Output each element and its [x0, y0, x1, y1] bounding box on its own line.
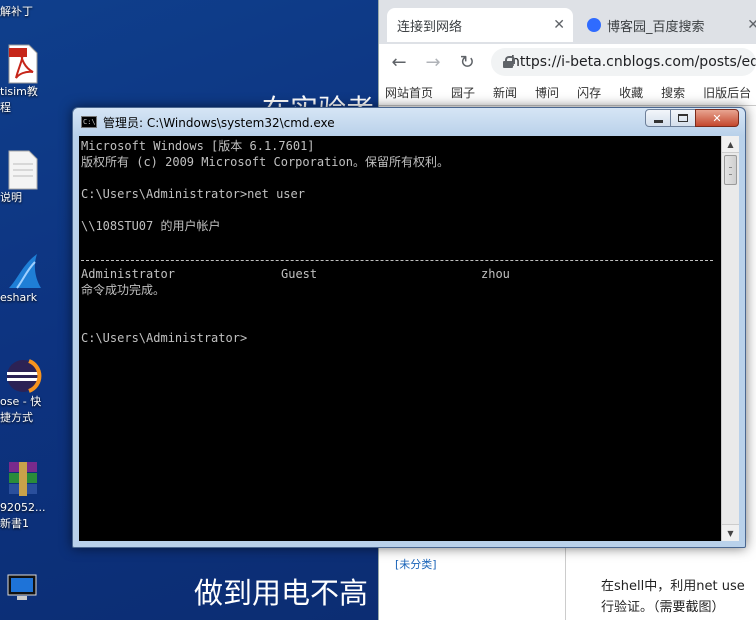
- console-scrollbar[interactable]: ▲ ▼: [721, 136, 739, 541]
- browser-tabstrip: 连接到网络 ✕ 博客园_百度搜索 ✕: [379, 0, 756, 44]
- console-separator: [81, 250, 719, 266]
- desktop-icon-label: ose - 快 捷方式: [0, 395, 42, 424]
- eclipse-icon: [7, 354, 42, 394]
- document-icon: [7, 150, 39, 190]
- desktop-icon-label: 92052... 新書1: [0, 501, 46, 530]
- cmd-window-title: 管理员: C:\Windows\system32\cmd.exe: [103, 115, 335, 130]
- baidu-paw-icon: [587, 18, 601, 32]
- console-blank: [81, 170, 719, 186]
- tab-label: 连接到网络: [397, 19, 463, 35]
- console-blank: [81, 298, 719, 314]
- console-line-accounts-header: \\108STU07 的用户帐户: [81, 219, 221, 233]
- site-nav-questions[interactable]: 博问: [535, 84, 559, 101]
- maximize-button[interactable]: [670, 109, 696, 127]
- tab-close-icon[interactable]: ✕: [553, 17, 565, 33]
- console-line-command: C:\Users\Administrator>net user: [81, 187, 305, 201]
- desktop-icon-monitor[interactable]: [0, 574, 46, 614]
- article-text-line1: 在shell中，利用net use: [601, 579, 745, 594]
- user-administrator: Administrator: [81, 267, 175, 281]
- desktop-icon-readme[interactable]: 说明: [0, 150, 46, 206]
- tab-baidu-search[interactable]: 博客园_百度搜索 ✕: [577, 8, 756, 42]
- minimize-icon: [653, 119, 663, 123]
- close-button[interactable]: ✕: [695, 109, 739, 127]
- console-line-copyright: 版权所有 (c) 2009 Microsoft Corporation。保留所有…: [81, 155, 449, 169]
- console-user-list: Administrator Guest zhou: [81, 266, 719, 282]
- console-line-prompt: C:\Users\Administrator>: [81, 331, 248, 345]
- site-nav-news[interactable]: 新闻: [493, 84, 517, 101]
- user-guest: Guest: [281, 267, 318, 281]
- user-zhou: zhou: [481, 267, 510, 281]
- desktop-icon-label: eshark: [0, 291, 38, 304]
- console-area[interactable]: Microsoft Windows [版本 6.1.7601] 版权所有 (c)…: [79, 136, 739, 541]
- category-link[interactable]: [未分类]: [395, 556, 437, 572]
- content-divider: [565, 548, 566, 620]
- console-line-version: Microsoft Windows [版本 6.1.7601]: [81, 139, 315, 153]
- reload-icon[interactable]: ↻: [457, 52, 477, 73]
- scroll-up-arrow-icon[interactable]: ▲: [722, 136, 739, 153]
- tab-close-icon[interactable]: ✕: [747, 17, 756, 33]
- desktop-icon-pdf[interactable]: tisim教 程: [0, 44, 46, 116]
- browser-toolbar: ← → ↻ https://i-beta.cnblogs.com/posts/e…: [379, 44, 756, 80]
- scroll-down-arrow-icon[interactable]: ▼: [722, 524, 739, 541]
- desktop-icon-label: tisim教 程: [0, 85, 38, 114]
- site-nav-garden[interactable]: 园子: [451, 84, 475, 101]
- monitor-icon: [7, 574, 39, 614]
- cmd-icon[interactable]: C:\: [81, 116, 97, 128]
- tab-label: 博客园_百度搜索: [607, 19, 705, 35]
- cmd-window: C:\ 管理员: C:\Windows\system32\cmd.exe ✕ M…: [72, 107, 746, 548]
- site-nav-bar: 网站首页 园子 新闻 博问 闪存 收藏 搜索 旧版后台: [379, 80, 756, 106]
- scroll-thumb[interactable]: [724, 155, 737, 185]
- site-nav-search[interactable]: 搜索: [661, 84, 685, 101]
- window-controls: ✕: [645, 109, 739, 127]
- maximize-icon: [678, 114, 688, 122]
- console-line-success: 命令成功完成。: [81, 283, 166, 297]
- site-nav-home[interactable]: 网站首页: [385, 84, 433, 101]
- console-blank: [81, 314, 719, 330]
- desktop-icon-label: 解补丁: [0, 5, 33, 18]
- article-text-line2: 行验证。（需要截图）: [601, 600, 725, 615]
- desktop-icon-patch[interactable]: 解补丁: [0, 0, 46, 20]
- desktop-icon-label: 说明: [0, 191, 22, 204]
- site-nav-favorites[interactable]: 收藏: [619, 84, 643, 101]
- tab-connect-network[interactable]: 连接到网络 ✕: [387, 8, 573, 42]
- minimize-button[interactable]: [645, 109, 671, 127]
- desktop-icon-rar-archive[interactable]: 92052... 新書1: [0, 460, 46, 532]
- desktop-icon-eclipse[interactable]: ose - 快 捷方式: [0, 354, 46, 426]
- site-nav-old-admin[interactable]: 旧版后台: [703, 84, 751, 101]
- winrar-icon: [7, 460, 39, 500]
- pdf-icon: [7, 44, 39, 84]
- console-blank: [81, 234, 719, 250]
- address-url: https://i-beta.cnblogs.com/posts/ed: [511, 54, 756, 70]
- wallpaper-bottom-text: 做到用电不高: [194, 576, 369, 610]
- forward-arrow-icon[interactable]: →: [423, 52, 443, 73]
- close-icon: ✕: [712, 111, 722, 125]
- site-nav-flash[interactable]: 闪存: [577, 84, 601, 101]
- desktop-icon-wireshark[interactable]: eshark: [0, 250, 46, 306]
- address-bar[interactable]: https://i-beta.cnblogs.com/posts/ed: [491, 48, 756, 76]
- console-blank: [81, 202, 719, 218]
- cmd-titlebar[interactable]: C:\ 管理员: C:\Windows\system32\cmd.exe ✕: [73, 108, 745, 136]
- wireshark-fin-icon: [7, 250, 41, 290]
- back-arrow-icon[interactable]: ←: [389, 52, 409, 73]
- console-output: Microsoft Windows [版本 6.1.7601] 版权所有 (c)…: [81, 138, 719, 541]
